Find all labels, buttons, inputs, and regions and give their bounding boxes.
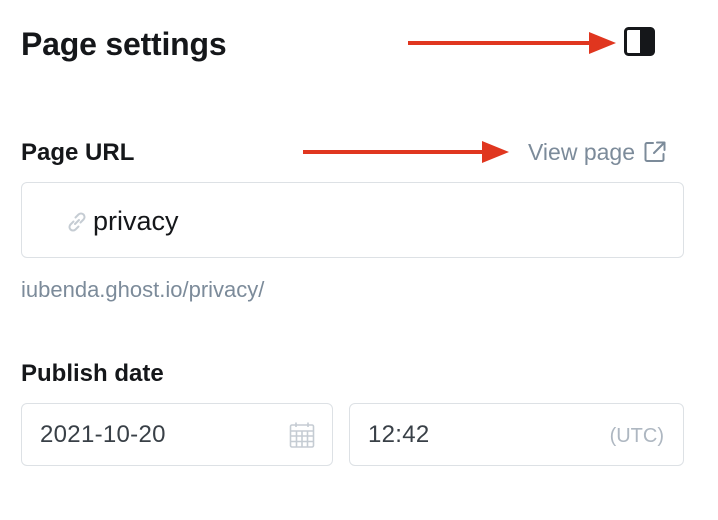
- publish-time-input[interactable]: 12:42 (UTC): [349, 403, 684, 466]
- calendar-icon[interactable]: [289, 421, 315, 449]
- page-url-input[interactable]: privacy: [21, 182, 684, 258]
- publish-date-value: 2021-10-20: [40, 421, 166, 448]
- page-url-label: Page URL: [21, 139, 135, 166]
- link-icon: [68, 212, 86, 232]
- page-settings-panel: Page settings Page URL View page privacy…: [0, 0, 718, 520]
- page-url-hint: iubenda.ghost.io/privacy/: [21, 277, 265, 302]
- external-link-icon: [644, 141, 666, 162]
- page-url-value: privacy: [93, 206, 179, 236]
- view-page-link[interactable]: View page: [528, 136, 667, 168]
- sidebar-toggle-icon: [624, 27, 655, 56]
- sidebar-toggle-button[interactable]: [624, 27, 655, 56]
- publish-time-value: 12:42: [368, 421, 430, 448]
- publish-date-input[interactable]: 2021-10-20: [21, 403, 333, 466]
- annotation-arrow-view-page: [303, 141, 509, 163]
- page-title: Page settings: [21, 26, 227, 62]
- annotation-arrow-toggle: [408, 32, 616, 54]
- timezone-label: (UTC): [609, 425, 664, 447]
- publish-date-label: Publish date: [21, 360, 164, 387]
- view-page-label: View page: [528, 139, 635, 165]
